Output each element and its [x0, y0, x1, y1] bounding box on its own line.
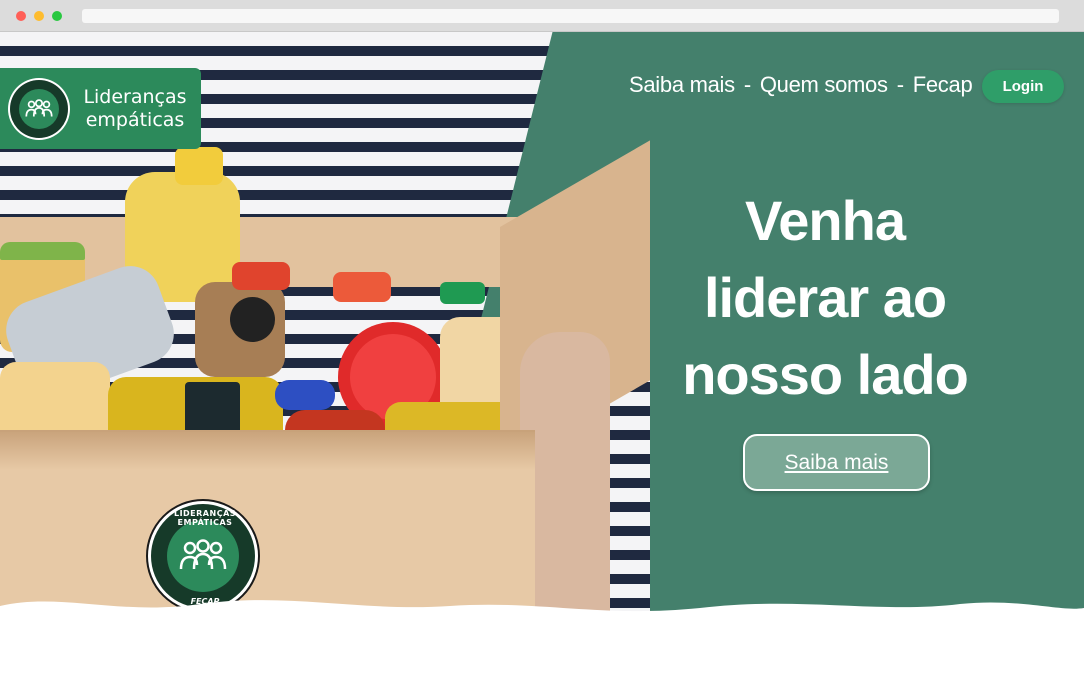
address-bar[interactable] [82, 9, 1059, 23]
login-button[interactable]: Login [982, 70, 1064, 103]
wave-divider [0, 600, 1084, 688]
grocery-items [0, 147, 550, 462]
main-nav: Saiba mais - Quem somos - Fecap [629, 72, 973, 98]
seal-ring-text: LIDERANÇAS EMPÁTICAS [173, 509, 237, 527]
headline-line2: liderar ao [703, 266, 947, 329]
brand-name-line1: Lideranças [83, 85, 187, 108]
headline-line1: Venha [745, 189, 906, 252]
nav-link-quem-somos[interactable]: Quem somos [760, 72, 888, 98]
brand-badge[interactable]: Lideranças empáticas [0, 68, 201, 149]
headline-line3: nosso lado [682, 343, 969, 406]
saiba-mais-button[interactable]: Saiba mais [743, 434, 930, 491]
people-group-icon [25, 98, 53, 117]
browser-chrome [0, 0, 1084, 32]
brand-logo [8, 77, 70, 140]
minimize-window-icon[interactable] [34, 11, 44, 21]
nav-separator: - [743, 72, 751, 97]
nav-separator: - [896, 72, 904, 97]
brand-name: Lideranças empáticas [80, 86, 190, 132]
brand-name-line2: empáticas [85, 108, 185, 131]
hero-section: LIDERANÇAS EMPÁTICAS FECAP Lideranças em… [0, 32, 1084, 632]
nav-link-saiba-mais[interactable]: Saiba mais [629, 72, 735, 98]
people-group-icon [179, 539, 227, 570]
maximize-window-icon[interactable] [52, 11, 62, 21]
close-window-icon[interactable] [16, 11, 26, 21]
nav-link-fecap[interactable]: Fecap [913, 72, 973, 98]
hero-headline: Venha liderar ao nosso lado [660, 182, 990, 413]
